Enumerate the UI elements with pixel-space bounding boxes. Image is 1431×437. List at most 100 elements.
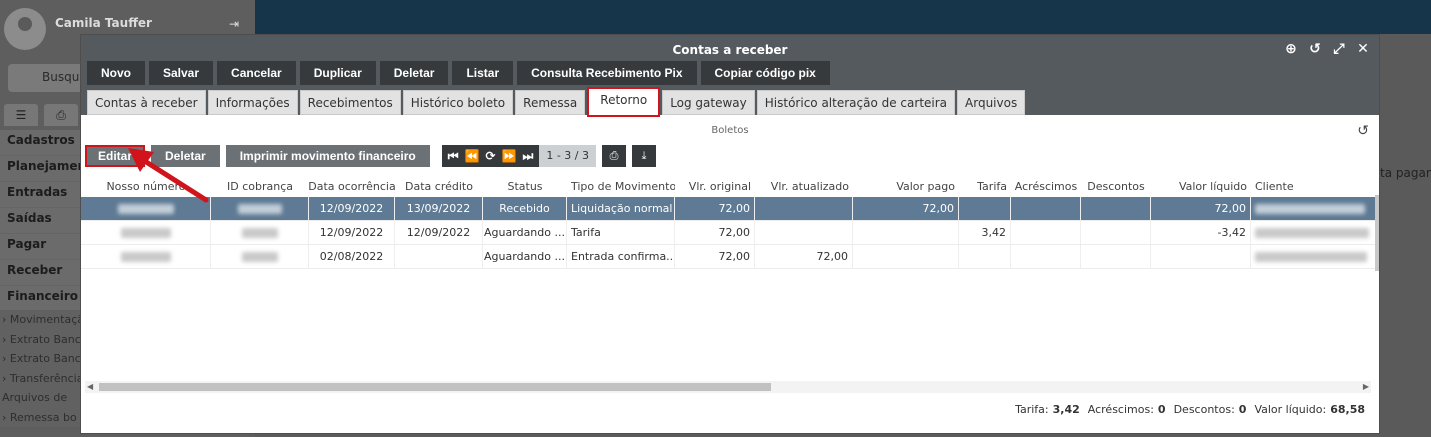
sidebar-item-cadastros[interactable]: Cadastros bbox=[0, 130, 80, 156]
horizontal-scrollbar[interactable]: ◀ ▶ bbox=[85, 381, 1371, 393]
col-descontos[interactable]: Descontos bbox=[1081, 175, 1151, 197]
close-icon[interactable]: ✕ bbox=[1355, 41, 1371, 57]
table-row[interactable]: 12/09/2022 12/09/2022 Aguardando ... Tar… bbox=[81, 221, 1379, 245]
pager: ⏮ ⏪ ⟳ ⏩ ⏭ 1 - 3 / 3 bbox=[441, 145, 597, 167]
sidebar-subitem[interactable]: › Remessa bo bbox=[0, 407, 80, 427]
col-tipo-movimento[interactable]: Tipo de Movimento bbox=[567, 175, 675, 197]
col-acrescimos[interactable]: Acréscimos bbox=[1011, 175, 1081, 197]
scroll-left-icon[interactable]: ◀ bbox=[87, 381, 93, 393]
liquido-total-label: Valor líquido: bbox=[1254, 403, 1327, 416]
tab-contas-receber[interactable]: Contas à receber bbox=[87, 90, 206, 115]
vertical-scrollbar[interactable] bbox=[1375, 195, 1379, 271]
cell-tarifa: 3,42 bbox=[959, 221, 1011, 244]
print-icon[interactable]: ⎙ bbox=[602, 145, 627, 167]
background-content bbox=[1379, 34, 1431, 437]
tarifa-total-label: Tarifa: bbox=[1015, 403, 1049, 416]
list-icon[interactable]: ☰ bbox=[4, 104, 38, 126]
dialog-window-controls: ⊕ ↺ ⤢ ✕ bbox=[1283, 41, 1371, 57]
sidebar-subitem[interactable]: Arquivos de bbox=[0, 388, 80, 408]
cell-cliente bbox=[1251, 221, 1377, 244]
expand-icon[interactable]: ⤢ bbox=[1331, 41, 1347, 57]
cell-tipo-movimento: Tarifa bbox=[567, 221, 675, 244]
background-topbar bbox=[255, 0, 1431, 34]
scroll-right-icon[interactable]: ▶ bbox=[1363, 381, 1369, 393]
tarifa-total-value: 3,42 bbox=[1052, 403, 1080, 416]
download-icon[interactable]: ⤓ bbox=[632, 145, 657, 167]
tab-log-gateway[interactable]: Log gateway bbox=[662, 90, 755, 115]
tab-remessa[interactable]: Remessa bbox=[515, 90, 586, 115]
deletar-button[interactable]: Deletar bbox=[379, 61, 449, 85]
contas-receber-dialog: Contas a receber ⊕ ↺ ⤢ ✕ Novo Salvar Can… bbox=[80, 34, 1380, 434]
cell-descontos bbox=[1081, 221, 1151, 244]
col-vlr-atualizado[interactable]: Vlr. atualizado bbox=[755, 175, 853, 197]
print-icon[interactable]: ⎙ bbox=[44, 104, 78, 126]
tab-historico-carteira[interactable]: Histórico alteração de carteira bbox=[756, 90, 956, 115]
liquido-total-value: 68,58 bbox=[1330, 403, 1365, 416]
tab-bar: Contas à receber Informações Recebimento… bbox=[87, 87, 1026, 117]
scrollbar-thumb[interactable] bbox=[99, 383, 771, 391]
sidebar-item-financeiro[interactable]: Financeiro bbox=[0, 286, 80, 312]
cell-status: Recebido bbox=[483, 197, 567, 220]
cell-valor-liquido: -3,42 bbox=[1151, 221, 1251, 244]
cell-cliente bbox=[1251, 197, 1377, 220]
background-column-label: ta pagame bbox=[1380, 166, 1431, 180]
sidebar-subitem[interactable]: › Extrato Bancário bbox=[0, 329, 80, 349]
duplicar-button[interactable]: Duplicar bbox=[299, 61, 376, 85]
novo-button[interactable]: Novo bbox=[87, 61, 145, 85]
imprimir-movimento-button[interactable]: Imprimir movimento financeiro bbox=[225, 145, 430, 167]
last-page-icon[interactable]: ⏭ bbox=[523, 149, 534, 164]
tab-recebimentos[interactable]: Recebimentos bbox=[299, 90, 401, 115]
cell-vlr-atualizado bbox=[755, 197, 853, 220]
logout-icon[interactable]: ⇥ bbox=[229, 17, 239, 31]
copiar-pix-button[interactable]: Copiar código pix bbox=[700, 61, 830, 85]
cancelar-button[interactable]: Cancelar bbox=[217, 61, 296, 85]
user-name: Camila Tauffer bbox=[55, 16, 152, 30]
sidebar-subitem[interactable]: › Extrato Bancário bbox=[0, 349, 80, 369]
cell-vlr-original: 72,00 bbox=[675, 197, 755, 220]
col-valor-liquido[interactable]: Valor líquido bbox=[1151, 175, 1251, 197]
tab-retorno[interactable]: Retorno bbox=[587, 87, 661, 117]
sidebar-subitem[interactable]: › Transferência bbox=[0, 368, 80, 388]
consulta-pix-button[interactable]: Consulta Recebimento Pix bbox=[517, 61, 697, 85]
tab-historico-boleto[interactable]: Histórico boleto bbox=[402, 90, 514, 115]
table-row[interactable]: 02/08/2022 Aguardando ... Entrada confir… bbox=[81, 245, 1379, 269]
next-page-icon[interactable]: ⏩ bbox=[502, 149, 517, 163]
col-valor-pago[interactable]: Valor pago bbox=[853, 175, 959, 197]
cell-nosso-numero bbox=[81, 245, 211, 268]
descontos-total-value: 0 bbox=[1238, 403, 1247, 416]
cell-tarifa bbox=[959, 197, 1011, 220]
listar-button[interactable]: Listar bbox=[452, 61, 514, 85]
cell-id-cobranca bbox=[211, 221, 309, 244]
sidebar-item-pagar[interactable]: Pagar bbox=[0, 234, 80, 260]
table-row[interactable]: 12/09/2022 13/09/2022 Recebido Liquidaçã… bbox=[81, 197, 1379, 221]
avatar bbox=[4, 8, 46, 50]
sidebar-item-planejamento[interactable]: Planejamento bbox=[0, 156, 100, 182]
cell-data-credito: 13/09/2022 bbox=[395, 197, 483, 220]
totals-footer: Tarifa: 3,42 Acréscimos: 0 Descontos: 0 … bbox=[1015, 403, 1369, 416]
col-cliente[interactable]: Cliente bbox=[1251, 175, 1377, 197]
col-data-ocorrencia[interactable]: Data ocorrência bbox=[309, 175, 395, 197]
sidebar-subitem[interactable]: › Movimentação bbox=[0, 310, 80, 330]
col-vlr-original[interactable]: Vlr. original bbox=[675, 175, 755, 197]
refresh-history-icon[interactable]: ↺ bbox=[1357, 123, 1369, 139]
cell-valor-pago bbox=[853, 245, 959, 268]
sidebar-item-entradas[interactable]: Entradas bbox=[0, 182, 80, 208]
history-icon[interactable]: ↺ bbox=[1307, 41, 1323, 57]
prev-page-icon[interactable]: ⏪ bbox=[465, 149, 480, 163]
sidebar-item-receber[interactable]: Receber bbox=[0, 260, 80, 286]
sidebar-item-saidas[interactable]: Saídas bbox=[0, 208, 80, 234]
col-tarifa[interactable]: Tarifa bbox=[959, 175, 1011, 197]
boletos-grid: Nosso número ID cobrança Data ocorrência… bbox=[81, 175, 1379, 269]
help-icon[interactable]: ⊕ bbox=[1283, 41, 1299, 57]
first-page-icon[interactable]: ⏮ bbox=[448, 149, 459, 164]
tab-informacoes[interactable]: Informações bbox=[207, 90, 298, 115]
col-id-cobranca[interactable]: ID cobrança bbox=[211, 175, 309, 197]
col-status[interactable]: Status bbox=[483, 175, 567, 197]
col-data-credito[interactable]: Data crédito bbox=[395, 175, 483, 197]
dialog-header: Contas a receber ⊕ ↺ ⤢ ✕ Novo Salvar Can… bbox=[81, 35, 1379, 117]
salvar-button[interactable]: Salvar bbox=[149, 61, 214, 85]
search-input[interactable]: Busque bbox=[8, 64, 90, 92]
cell-vlr-original: 72,00 bbox=[675, 245, 755, 268]
refresh-icon[interactable]: ⟳ bbox=[486, 149, 496, 163]
tab-arquivos[interactable]: Arquivos bbox=[957, 90, 1026, 115]
